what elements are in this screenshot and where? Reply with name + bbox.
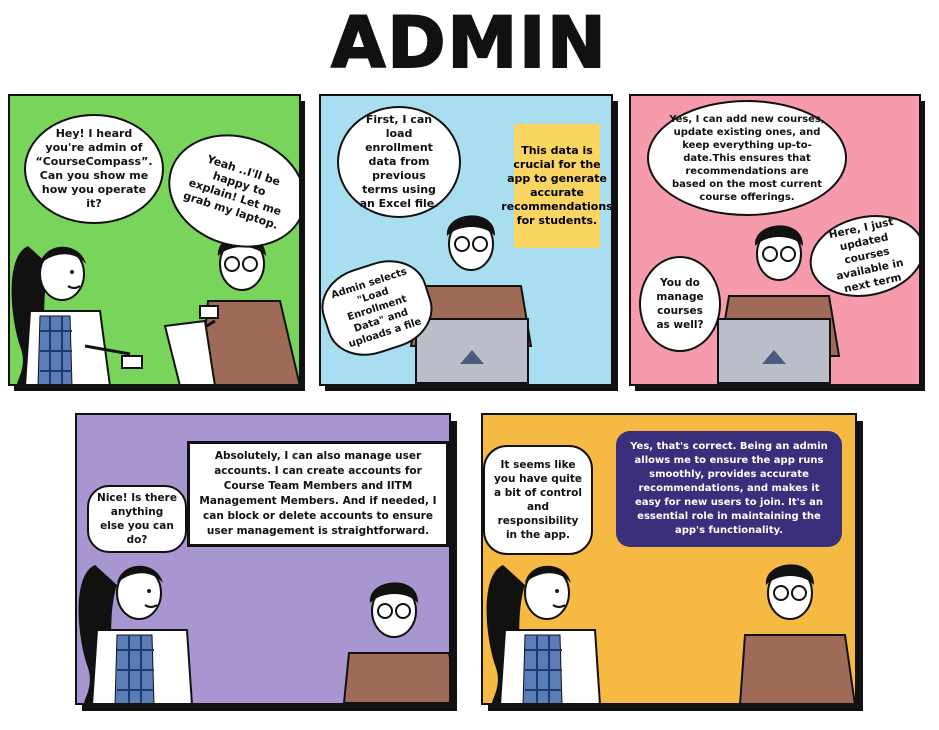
- laptop: [717, 318, 831, 384]
- man-figure: [163, 235, 299, 384]
- panel-1: Hey! I heard you're admin of “CourseComp…: [8, 94, 301, 386]
- admin-figure: [342, 582, 449, 703]
- admin-figure: [739, 564, 855, 703]
- woman-speech-bubble: Hey! I heard you're admin of “CourseComp…: [24, 114, 164, 224]
- laptop: [415, 318, 529, 384]
- woman-figure: [11, 246, 143, 384]
- laptop-logo-icon: [460, 350, 484, 364]
- admin-speech-box: Absolutely, I can also manage user accou…: [187, 441, 449, 547]
- admin-speech-bubble: Yes, I can add new courses, update exist…: [647, 100, 847, 216]
- panel-4: Nice! Is there anything else you can do?…: [75, 413, 451, 705]
- panel-3: Yes, I can add new courses, update exist…: [629, 94, 921, 386]
- data-note: This data is crucial for the app to gene…: [501, 124, 611, 248]
- woman-figure: [78, 565, 193, 703]
- admin-speech-bubble: First, I can load enrollment data from p…: [337, 106, 461, 218]
- panel-5: It seems like you have quite a bit of co…: [481, 413, 857, 705]
- woman-speech-bubble: It seems like you have quite a bit of co…: [483, 445, 593, 555]
- panel-2: First, I can load enrollment data from p…: [319, 94, 613, 386]
- woman-speech-bubble: Nice! Is there anything else you can do?: [87, 485, 187, 553]
- admin-speech-bubble: Yes, that's correct. Being an admin allo…: [616, 431, 842, 547]
- woman-figure: [486, 565, 601, 703]
- laptop-logo-icon: [762, 350, 786, 364]
- question-thought-bubble: You do manage courses as well?: [639, 256, 721, 352]
- comic-title: ADMIN: [330, 1, 608, 85]
